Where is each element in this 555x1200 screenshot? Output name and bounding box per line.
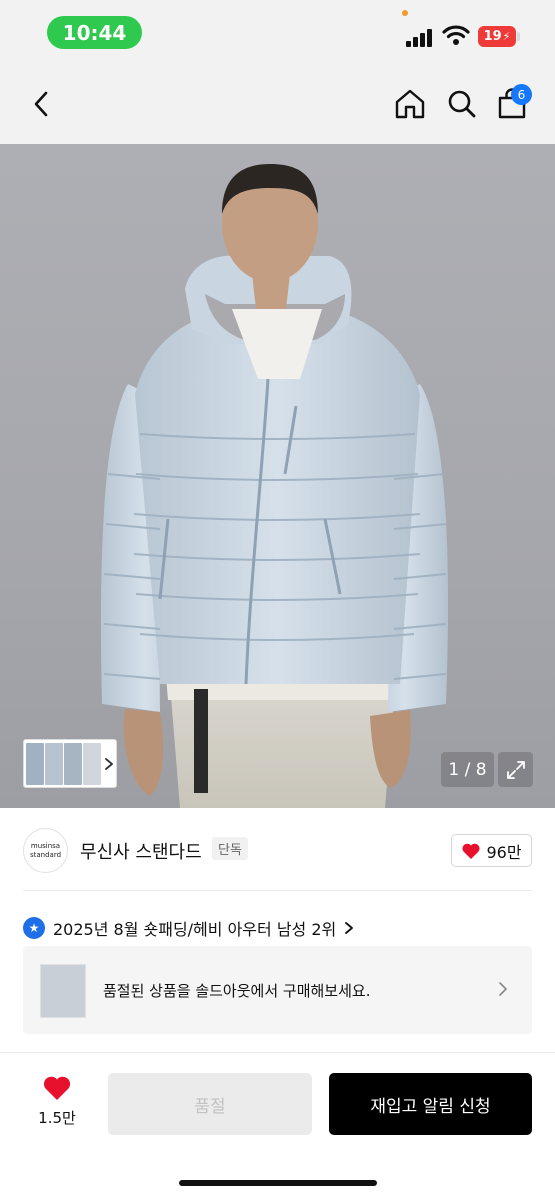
battery-level: 19 [483,29,502,44]
soldout-button: 품절 [108,1073,312,1135]
wishlist-count: 1.5만 [38,1109,76,1127]
gallery-thumbnail-strip[interactable] [23,739,117,788]
thumbnail-4[interactable] [83,742,101,785]
soldout-banner[interactable]: 품절된 상품을 솔드아웃에서 구매해보세요. [23,946,532,1034]
brand-like-button[interactable]: 96만 [451,834,532,867]
back-arrow-icon [34,91,48,117]
brand-name-link[interactable]: 무신사 스탠다드 [80,838,202,864]
fullscreen-button[interactable] [498,752,533,787]
home-indicator [179,1180,377,1186]
thumbnail-2[interactable] [45,742,63,785]
home-button[interactable] [390,84,430,124]
search-button[interactable] [442,84,482,124]
section-divider [23,890,532,891]
brand-like-count: 96만 [486,842,522,862]
ranking-text: 2025년 8월 숏패딩/헤비 아우터 남성 2위 [53,920,337,939]
bottom-action-bar: 1.5만 품절 재입고 알림 신청 [0,1052,555,1200]
image-page-counter: 1 / 8 [441,752,494,787]
privacy-indicator-dot [402,10,408,16]
charging-bolt-icon: ⚡ [502,30,511,43]
cellular-signal-icon [406,29,434,47]
chevron-right-icon [499,982,507,996]
status-bar: 10:44 19 ⚡ [0,0,555,64]
battery-nub [517,32,520,41]
restock-alert-button[interactable]: 재입고 알림 신청 [329,1073,532,1135]
ranking-medal-icon: ★ [23,917,45,939]
home-icon [395,89,425,119]
thumbnail-1[interactable] [26,742,44,785]
battery-icon: 19 ⚡ [478,26,516,47]
wishlist-button[interactable]: 1.5만 [30,1075,84,1131]
heart-icon [462,843,481,859]
back-button[interactable] [22,84,60,124]
brand-logo-line2: standard [29,850,62,859]
ranking-link[interactable]: ★ 2025년 8월 숏패딩/헤비 아우터 남성 2위 [23,913,354,943]
heart-icon [43,1076,71,1100]
exclusive-badge: 단독 [212,837,248,860]
soldout-product-thumbnail [40,964,86,1018]
product-image[interactable] [0,144,555,808]
chevron-right-icon [345,922,354,934]
brand-logo[interactable]: musinsa standard [23,828,68,873]
chevron-right-icon [105,757,113,770]
expand-icon [506,760,525,779]
status-time: 10:44 [47,16,142,49]
cart-count-badge: 6 [511,84,532,105]
thumbnail-3[interactable] [64,742,82,785]
brand-row: musinsa standard 무신사 스탠다드 단독 96만 [0,808,555,890]
soldout-banner-text: 품절된 상품을 솔드아웃에서 구매해보세요. [103,982,371,1000]
product-photo-illustration [100,164,449,808]
wifi-icon [442,25,470,45]
brand-logo-line1: musinsa [30,841,61,850]
search-icon [448,90,476,118]
